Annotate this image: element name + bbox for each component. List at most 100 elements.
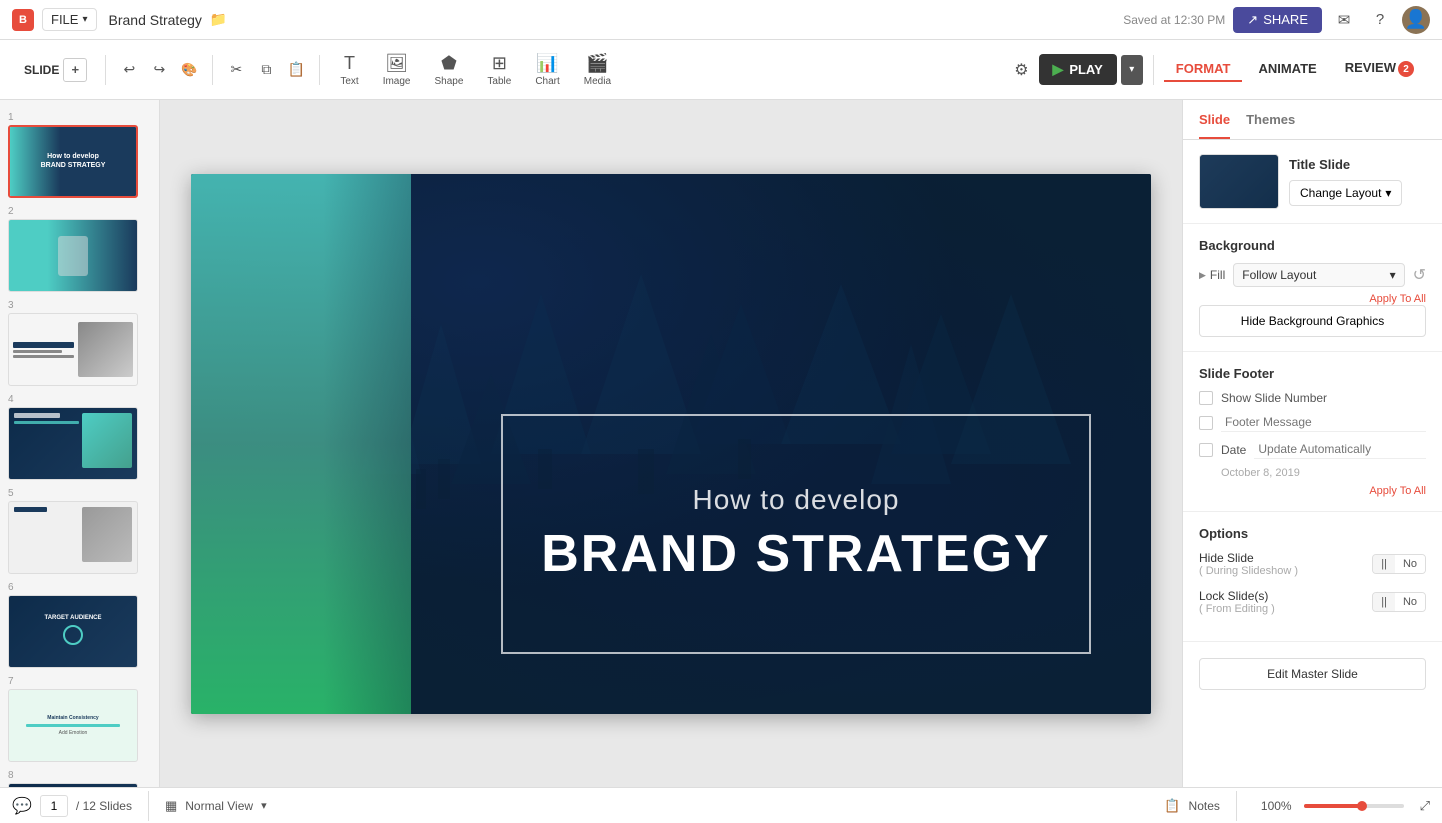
thumb-title-5: [14, 507, 47, 512]
text-tool-button[interactable]: T Text: [330, 49, 368, 91]
slide-item-2[interactable]: 2: [0, 202, 159, 296]
divider-4: [1153, 55, 1154, 85]
slide-item-4[interactable]: 4: [0, 390, 159, 484]
divider-1: [105, 55, 106, 85]
slide-number-1: 1: [8, 112, 151, 123]
fill-text: Fill: [1210, 268, 1225, 282]
undo-redo-group: ↩ ↪: [116, 57, 172, 83]
slide-item-8[interactable]: 8 BE TRUE TO YOUR BRAND: [0, 766, 159, 787]
notifications-button[interactable]: ✉: [1330, 6, 1358, 34]
bottom-divider-2: [1236, 791, 1237, 821]
thumb-text-7: Maintain Consistency: [47, 715, 98, 721]
zoom-slider-fill: [1304, 804, 1359, 808]
apply-to-all-link[interactable]: Apply To All: [1199, 293, 1426, 305]
hide-background-graphics-button[interactable]: Hide Background Graphics: [1199, 305, 1426, 337]
slide-button[interactable]: SLIDE +: [16, 54, 95, 86]
slide-item-1[interactable]: 1 How to developBRAND STRATEGY: [0, 108, 159, 202]
footer-message-checkbox[interactable]: [1199, 416, 1213, 430]
text-icon: T: [344, 53, 355, 74]
date-checkbox[interactable]: [1199, 443, 1213, 457]
slide-number-6: 6: [8, 582, 151, 593]
file-menu[interactable]: FILE ▾: [42, 8, 97, 31]
user-avatar[interactable]: 👤: [1402, 6, 1430, 34]
media-tool-button[interactable]: 🎬 Media: [574, 49, 621, 91]
add-slide-button[interactable]: +: [63, 58, 87, 82]
date-update-input[interactable]: [1254, 440, 1426, 459]
zoom-slider-thumb[interactable]: [1357, 801, 1367, 811]
layout-preview: [1199, 154, 1279, 209]
thumb-img-placeholder: [78, 322, 133, 377]
slide-thumb-4: [8, 407, 138, 480]
thumb-line: [13, 342, 74, 348]
slide-panel: 1 How to developBRAND STRATEGY 2 3: [0, 100, 160, 787]
slide-title-box[interactable]: How to develop BRAND STRATEGY: [501, 414, 1091, 654]
slide-item-6[interactable]: 6 TARGET AUDIENCE: [0, 578, 159, 672]
view-dropdown-arrow[interactable]: ▾: [261, 799, 267, 812]
settings-icon[interactable]: ⚙: [1014, 60, 1028, 80]
divider-2: [212, 55, 213, 85]
media-label: Media: [584, 76, 611, 87]
chat-button[interactable]: 💬: [12, 796, 32, 816]
format-paint-button[interactable]: 🎨: [176, 57, 202, 83]
image-tool-button[interactable]: 🖼 Image: [373, 49, 421, 91]
thumb-img-5: [82, 507, 132, 562]
tab-themes[interactable]: Themes: [1246, 112, 1295, 139]
slide-item-3[interactable]: 3: [0, 296, 159, 390]
undo-button[interactable]: ↩: [116, 57, 142, 83]
background-section: Background ▶ Fill Follow Layout ▾ ↺ Appl…: [1183, 224, 1442, 352]
apply-to-all-footer-link[interactable]: Apply To All: [1199, 485, 1426, 497]
redo-button[interactable]: ↪: [146, 57, 172, 83]
slide-item-5[interactable]: 5: [0, 484, 159, 578]
tab-animate[interactable]: ANIMATE: [1246, 57, 1328, 82]
table-icon: ⊞: [492, 53, 507, 74]
thumb-text-6: TARGET AUDIENCE: [45, 615, 102, 621]
thumb-img-5-bg: [82, 507, 132, 562]
change-layout-button[interactable]: Change Layout ▾: [1289, 180, 1402, 206]
normal-view-label[interactable]: Normal View: [185, 799, 253, 813]
help-button[interactable]: ?: [1366, 6, 1394, 34]
cut-button[interactable]: ✂: [223, 57, 249, 83]
main-area: 1 How to developBRAND STRATEGY 2 3: [0, 100, 1442, 787]
lock-slide-sublabel: ( From Editing ): [1199, 603, 1275, 615]
slide-thumb-8: BE TRUE TO YOUR BRAND: [8, 783, 138, 787]
play-dropdown-button[interactable]: ▾: [1121, 55, 1143, 85]
chart-tool-button[interactable]: 📊 Chart: [525, 49, 569, 91]
show-slide-number-label: Show Slide Number: [1221, 391, 1327, 405]
notes-label[interactable]: Notes: [1189, 799, 1220, 813]
tab-slide[interactable]: Slide: [1199, 112, 1230, 139]
zoom-slider[interactable]: [1304, 804, 1404, 808]
footer-message-input[interactable]: [1221, 413, 1426, 432]
lock-slide-no-button[interactable]: No: [1395, 593, 1425, 611]
slide-item-7[interactable]: 7 Maintain Consistency Add Emotion: [0, 672, 159, 766]
slide-number-5: 5: [8, 488, 151, 499]
review-label: REVIEW: [1345, 60, 1396, 75]
lock-slide-pause-button[interactable]: ||: [1373, 593, 1395, 611]
hide-slide-no-button[interactable]: No: [1395, 555, 1425, 573]
zoom-expand-icon[interactable]: ⤢: [1420, 798, 1430, 814]
current-page-input[interactable]: [40, 795, 68, 817]
hide-slide-toggle: || No: [1372, 554, 1426, 574]
slide-thumb-3: [8, 313, 138, 386]
divider-3: [319, 55, 320, 85]
shape-icon: ⬟: [441, 53, 457, 74]
paste-button[interactable]: 📋: [283, 57, 309, 83]
copy-button[interactable]: ⧉: [253, 57, 279, 83]
edit-master-slide-button[interactable]: Edit Master Slide: [1199, 658, 1426, 690]
hide-slide-pause-button[interactable]: ||: [1373, 555, 1395, 573]
bottom-bar: 💬 / 12 Slides ▦ Normal View ▾ 📋 Notes 10…: [0, 787, 1442, 823]
slide-subtitle: How to develop: [692, 484, 899, 516]
slide-thumb-2: [8, 219, 138, 292]
slide-canvas[interactable]: How to develop BRAND STRATEGY: [191, 174, 1151, 714]
show-slide-number-checkbox[interactable]: [1199, 391, 1213, 405]
play-button[interactable]: ▶ PLAY: [1039, 54, 1117, 85]
table-tool-button[interactable]: ⊞ Table: [477, 49, 521, 91]
slide-number-7: 7: [8, 676, 151, 687]
fill-dropdown[interactable]: Follow Layout ▾: [1233, 263, 1404, 287]
tab-review[interactable]: REVIEW2: [1333, 56, 1426, 84]
tab-format[interactable]: FORMAT: [1164, 57, 1243, 82]
share-button[interactable]: ↗ SHARE: [1233, 7, 1322, 33]
shape-tool-button[interactable]: ⬟ Shape: [424, 49, 473, 91]
fill-reset-button[interactable]: ↺: [1413, 265, 1426, 285]
panel-resize-handle[interactable]: [320, 100, 325, 787]
save-status: Saved at 12:30 PM: [1123, 13, 1225, 27]
